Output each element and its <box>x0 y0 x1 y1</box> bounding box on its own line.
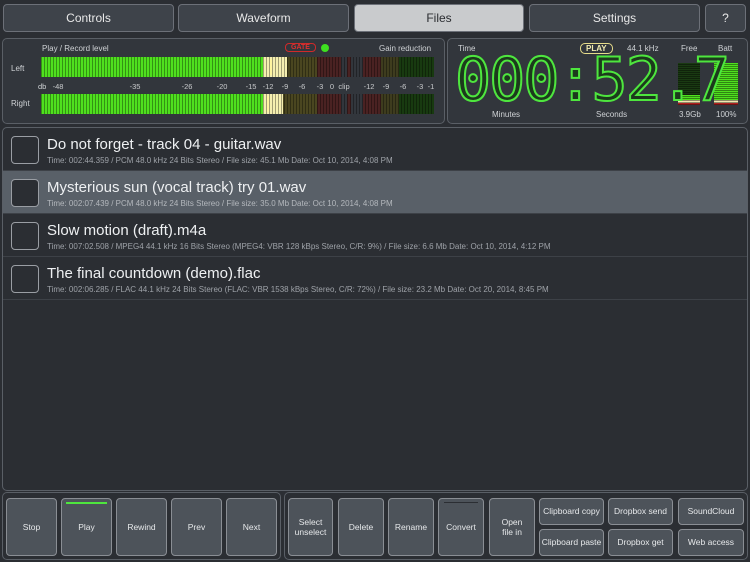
tick: -26 <box>182 82 193 91</box>
gr-tick: -1 <box>428 82 435 91</box>
file-name: The final countdown (demo).flac <box>47 265 260 282</box>
right-peak-marker <box>267 96 269 112</box>
tick: -35 <box>130 82 141 91</box>
file-checkbox[interactable] <box>11 136 39 164</box>
file-checkbox[interactable] <box>11 222 39 250</box>
dropbox-get-button[interactable]: Dropbox get <box>608 529 673 556</box>
db-label: db <box>38 82 46 91</box>
tick: -15 <box>246 82 257 91</box>
file-name: Mysterious sun (vocal track) try 01.wav <box>47 179 306 196</box>
tick: -12 <box>263 82 274 91</box>
file-row[interactable]: Slow motion (draft).m4a Time: 007:02.508 … <box>3 214 747 257</box>
file-meta: Time: 002:44.359 / PCM 48.0 kHz 24 Bits … <box>47 156 393 165</box>
tick: -9 <box>282 82 289 91</box>
file-checkbox[interactable] <box>11 179 39 207</box>
time-display: 000:52.7 <box>455 50 728 110</box>
file-row[interactable]: Mysterious sun (vocal track) try 01.wav T… <box>3 171 747 214</box>
left-peak-marker <box>270 59 272 75</box>
level-meter-panel: Play / Record level GATE Gain reduction … <box>2 38 445 124</box>
file-name: Slow motion (draft).m4a <box>47 222 206 239</box>
tick: -3 <box>317 82 324 91</box>
stop-button[interactable]: Stop <box>6 498 57 556</box>
tick: -20 <box>217 82 228 91</box>
file-meta: Time: 002:07.439 / PCM 48.0 kHz 24 Bits … <box>47 199 393 208</box>
signal-led <box>321 44 329 52</box>
tab-waveform[interactable]: Waveform <box>178 4 349 32</box>
gr-tick: -12 <box>364 82 375 91</box>
file-meta: Time: 007:02.508 / MPEG4 44.1 kHz 16 Bit… <box>47 242 550 251</box>
tab-settings[interactable]: Settings <box>529 4 700 32</box>
tab-controls[interactable]: Controls <box>3 4 174 32</box>
dropbox-send-button[interactable]: Dropbox send <box>608 498 673 525</box>
gain-reduction-label: Gain reduction <box>379 44 431 53</box>
rename-button[interactable]: Rename <box>388 498 434 556</box>
tab-help[interactable]: ? <box>705 4 746 32</box>
file-row[interactable]: Do not forget - track 04 - guitar.wav Tim… <box>3 128 747 171</box>
select-unselect-button[interactable]: Select unselect <box>288 498 333 556</box>
tick: -6 <box>299 82 306 91</box>
next-button[interactable]: Next <box>226 498 277 556</box>
tab-files[interactable]: Files <box>354 4 524 32</box>
convert-indicator <box>444 502 478 503</box>
rewind-button[interactable]: Rewind <box>116 498 167 556</box>
clipboard-paste-button[interactable]: Clipboard paste <box>539 529 604 556</box>
open-file-in-button[interactable]: Open file in <box>489 498 535 556</box>
meter-title: Play / Record level <box>42 44 109 53</box>
tick: 0 <box>330 82 334 91</box>
file-meta: Time: 002:06.285 / FLAC 44.1 kHz 24 Bits… <box>47 285 549 294</box>
soundcloud-button[interactable]: SoundCloud <box>678 498 744 525</box>
left-channel-label: Left <box>11 64 24 73</box>
right-channel-label: Right <box>11 99 30 108</box>
clipboard-copy-button[interactable]: Clipboard copy <box>539 498 604 525</box>
file-row[interactable]: The final countdown (demo).flac Time: 002… <box>3 257 747 300</box>
prev-button[interactable]: Prev <box>171 498 222 556</box>
left-level-meter <box>41 57 434 77</box>
gate-indicator[interactable]: GATE <box>285 43 316 52</box>
file-name: Do not forget - track 04 - guitar.wav <box>47 136 281 153</box>
delete-button[interactable]: Delete <box>338 498 384 556</box>
play-button[interactable]: Play <box>61 498 112 556</box>
web-access-button[interactable]: Web access <box>678 529 744 556</box>
tick: clip <box>338 82 349 91</box>
right-level-meter <box>41 94 434 114</box>
file-checkbox[interactable] <box>11 265 39 293</box>
gr-tick: -9 <box>383 82 390 91</box>
convert-button[interactable]: Convert <box>438 498 484 556</box>
play-active-indicator <box>66 502 107 504</box>
gr-tick: -3 <box>417 82 424 91</box>
gr-tick: -6 <box>400 82 407 91</box>
tick: -48 <box>53 82 64 91</box>
